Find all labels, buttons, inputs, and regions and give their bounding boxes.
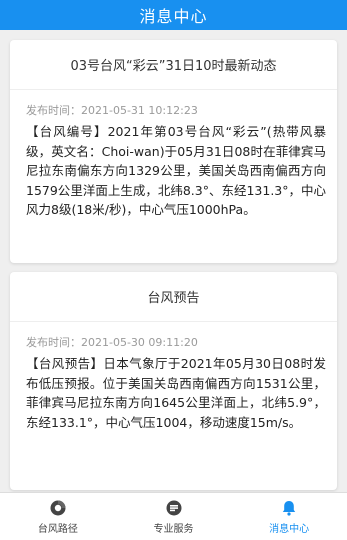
tab-typhoon-path[interactable]: 台风路径 [0,493,116,540]
message-body: 【台风编号】2021年第03号台风“彩云”(热带风暴级，英文名：Choi-wan… [26,124,326,217]
message-card[interactable]: 台风预告 发布时间：2021-05-30 09:11:20 【台风预告】日本气象… [10,272,337,490]
page-title: 消息中心 [139,7,208,26]
tab-professional-service[interactable]: 专业服务 [116,493,232,540]
time-label: 发布时间： [26,104,81,117]
bottom-tab-bar: 台风路径 专业服务 消息中心 [0,492,347,540]
time-label: 发布时间： [26,336,81,349]
message-list[interactable]: 03号台风“彩云”31日10时最新动态 发布时间：2021-05-31 10:1… [0,30,347,492]
time-value: 2021-05-30 09:11:20 [81,336,198,349]
service-icon [166,500,181,515]
tab-label: 消息中心 [269,523,310,535]
message-card[interactable]: 03号台风“彩云”31日10时最新动态 发布时间：2021-05-31 10:1… [10,40,337,263]
tab-message-center[interactable]: 消息中心 [231,493,347,540]
message-time: 发布时间：2021-05-30 09:11:20 [26,334,198,350]
typhoon-path-icon [50,500,66,515]
tab-label: 专业服务 [153,523,194,535]
bell-icon [282,500,296,516]
header-bar: 消息中心 [0,0,347,30]
message-body: 【台风预告】日本气象厅于2021年05月30日08时发布低压预报。位于美国关岛西… [26,356,326,430]
message-title: 台风预告 [10,272,337,322]
message-title: 03号台风“彩云”31日10时最新动态 [10,40,337,90]
message-time: 发布时间：2021-05-31 10:12:23 [26,102,198,118]
time-value: 2021-05-31 10:12:23 [81,104,198,117]
tab-label: 台风路径 [37,523,78,535]
